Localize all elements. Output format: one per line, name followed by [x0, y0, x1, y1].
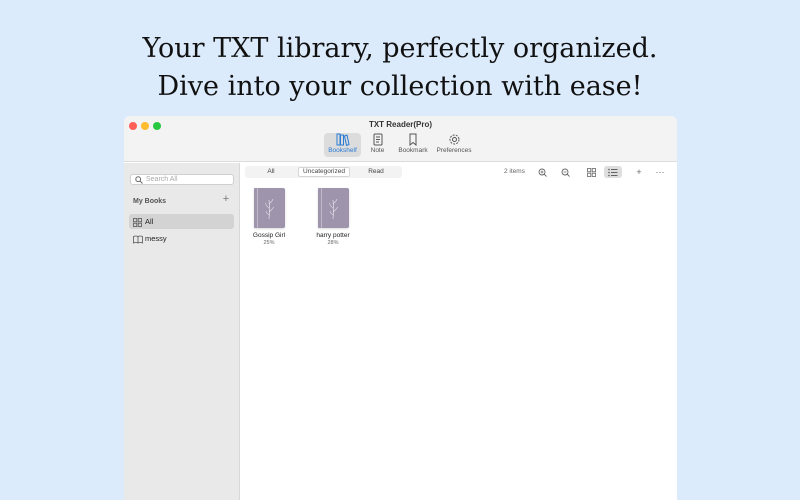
- bookshelf-icon: [324, 133, 361, 147]
- item-count: 2 items: [504, 168, 525, 175]
- tab-note-label: Note: [370, 147, 385, 154]
- window-title: TXT Reader(Pro): [368, 120, 433, 129]
- book-progress: 25%: [263, 240, 275, 246]
- gear-icon: [434, 133, 474, 147]
- filter-tab-read[interactable]: Read: [350, 167, 402, 177]
- tab-note[interactable]: Note: [364, 133, 391, 157]
- floral-sprig-icon: [328, 198, 338, 220]
- list-view-button[interactable]: [604, 166, 622, 178]
- promo-headline: Your TXT library, perfectly organized. D…: [0, 30, 800, 106]
- filter-tab-uncategorized[interactable]: Uncategorized: [298, 167, 350, 177]
- headline-line-2: Dive into your collection with ease!: [157, 71, 643, 102]
- book-title: Gossip Girl: [252, 232, 286, 239]
- book-item-gossip-girl[interactable]: Gossip Girl 25%: [249, 188, 289, 246]
- sidebar-item-all-label: All: [145, 217, 154, 226]
- book-cover: [317, 188, 349, 228]
- grid-view-icon: [586, 168, 596, 177]
- sidebar-item-messy[interactable]: messy: [129, 231, 234, 246]
- tab-preferences[interactable]: Preferences: [434, 133, 474, 157]
- search-icon: [135, 176, 143, 187]
- book-open-icon: [133, 234, 143, 249]
- headline-line-1: Your TXT library, perfectly organized.: [142, 33, 658, 64]
- titlebar: TXT Reader(Pro) Bookshelf Note Bookmark …: [124, 116, 677, 162]
- grid-view-button[interactable]: [584, 166, 598, 178]
- sidebar-item-messy-label: messy: [145, 234, 167, 243]
- tab-preferences-label: Preferences: [436, 147, 472, 154]
- book-title: harry potter: [316, 232, 350, 239]
- tab-bookmark-label: Bookmark: [398, 147, 428, 154]
- sidebar-section-title: My Books: [133, 198, 167, 205]
- floral-sprig-icon: [264, 198, 274, 220]
- book-cover: [253, 188, 285, 228]
- bookmark-icon: [395, 133, 431, 147]
- more-options-button[interactable]: ···: [653, 166, 667, 178]
- book-progress: 28%: [327, 240, 339, 246]
- grid-icon: [133, 217, 142, 232]
- search-placeholder: Search All: [146, 176, 178, 183]
- app-window: TXT Reader(Pro) Bookshelf Note Bookmark …: [124, 116, 677, 500]
- filter-tab-all[interactable]: All: [245, 167, 297, 177]
- zoom-out-button[interactable]: [558, 166, 572, 178]
- search-input[interactable]: Search All: [130, 174, 234, 185]
- add-book-button[interactable]: +: [632, 166, 646, 178]
- sidebar: Search All My Books + All messy: [124, 163, 240, 500]
- note-icon: [364, 133, 391, 147]
- zoom-in-icon: [538, 168, 547, 177]
- sidebar-item-all[interactable]: All: [129, 214, 234, 229]
- book-item-harry-potter[interactable]: harry potter 28%: [313, 188, 353, 246]
- tab-bookshelf[interactable]: Bookshelf: [324, 133, 361, 157]
- list-view-icon: [608, 168, 618, 177]
- zoom-in-button[interactable]: [535, 166, 549, 178]
- tab-bookshelf-label: Bookshelf: [328, 147, 357, 154]
- zoom-out-icon: [561, 168, 570, 177]
- tab-bookmark[interactable]: Bookmark: [395, 133, 431, 157]
- filter-segmented-control: All Uncategorized Read: [245, 166, 402, 178]
- add-folder-button[interactable]: +: [221, 194, 231, 205]
